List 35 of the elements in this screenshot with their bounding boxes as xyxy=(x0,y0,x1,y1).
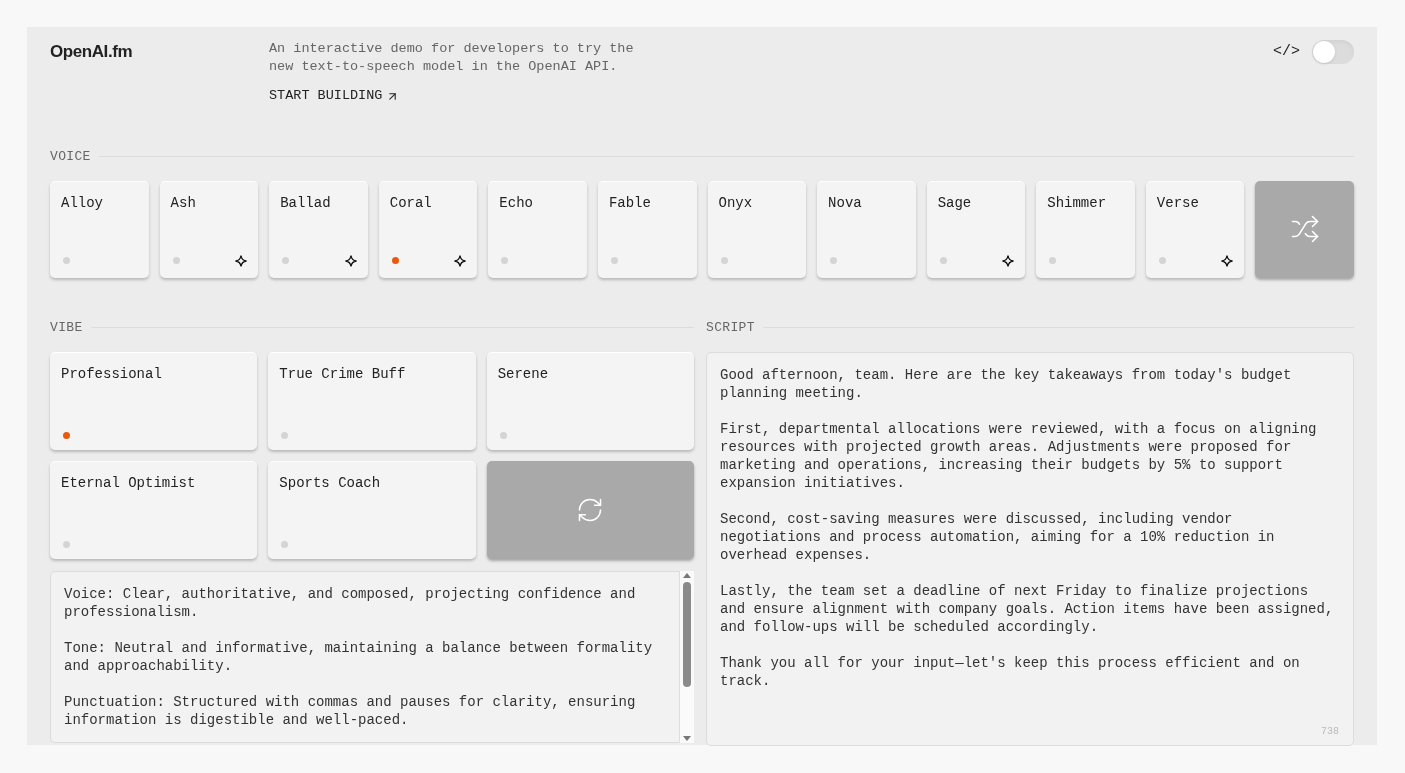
voice-option[interactable]: Ash xyxy=(159,180,259,278)
section-label: SCRIPT xyxy=(706,318,755,337)
vibe-option[interactable]: Professional xyxy=(50,352,258,450)
shuffle-button[interactable] xyxy=(1255,180,1354,278)
sparkle-icon xyxy=(1002,254,1015,267)
voice-option[interactable]: Alloy xyxy=(50,180,149,278)
vibe-option[interactable]: True Crime Buff xyxy=(268,352,476,450)
voice-option[interactable]: Nova xyxy=(817,180,916,278)
description: An interactive demo for developers to try the new text-to-speech model in the OpenAI API. xyxy=(269,40,634,76)
voice-option[interactable]: Ballad xyxy=(269,180,368,278)
shuffle-icon xyxy=(1289,214,1320,244)
voice-option[interactable]: Echo xyxy=(488,180,587,278)
sparkle-icon xyxy=(235,254,248,267)
code-label: </> xyxy=(1273,41,1300,62)
voice-option[interactable]: Verse xyxy=(1145,180,1245,278)
instructions-field[interactable]: Voice: Clear, authoritative, and composed, projecting confidence and professionalism. Tone: Neutral and informative, maintaining a balance between formality and approachability. Punctuation: Structured with commas and pauses for clarity, ensuring information is digestible and well-paced. xyxy=(50,571,680,743)
logo: OpenAI.fm xyxy=(50,41,134,63)
start-building-link[interactable]: START BUILDING xyxy=(269,86,634,107)
voice-option[interactable]: Fable xyxy=(597,180,697,278)
voice-option[interactable]: Onyx xyxy=(707,180,807,278)
scrollbar[interactable] xyxy=(680,571,694,743)
sparkle-icon xyxy=(344,254,357,267)
scroll-up-icon[interactable] xyxy=(683,573,691,578)
section-label: VOICE xyxy=(50,148,91,166)
toggle-switch[interactable] xyxy=(1312,40,1354,64)
voice-option[interactable]: Sage xyxy=(926,180,1026,278)
vibe-option[interactable]: Serene xyxy=(486,352,694,450)
voice-option[interactable]: Shimmer xyxy=(1036,180,1135,278)
vibe-option[interactable]: Eternal Optimist xyxy=(50,461,258,559)
section-label: VIBE xyxy=(50,318,83,337)
vibe-option[interactable]: Sports Coach xyxy=(268,461,476,559)
sparkle-icon xyxy=(454,254,467,267)
voice-option[interactable]: Coral xyxy=(378,180,478,278)
sparkle-icon xyxy=(1221,254,1234,267)
scroll-down-icon[interactable] xyxy=(683,736,691,741)
